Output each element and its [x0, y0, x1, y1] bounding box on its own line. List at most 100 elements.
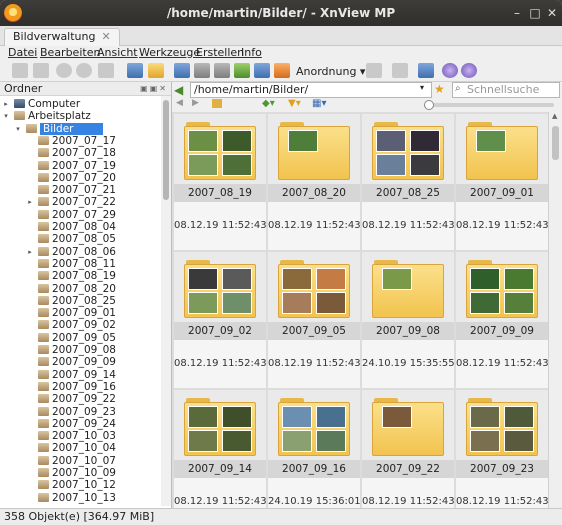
folder-icon: [184, 398, 256, 456]
sidebar-scrollbar[interactable]: [161, 96, 171, 506]
menu-erstellen[interactable]: Erstellen: [196, 46, 244, 59]
folder-date: 08.12.19 11:52:43 ...: [456, 358, 548, 369]
photo-preview: [410, 154, 440, 176]
folder-icon: [38, 283, 49, 293]
print-icon[interactable]: [194, 63, 210, 78]
folder-action-icon[interactable]: [148, 63, 164, 78]
home-folder-icon: [14, 111, 25, 121]
view-list-icon[interactable]: [12, 63, 28, 78]
collapsed-arrow-icon[interactable]: ▸: [26, 196, 34, 208]
close-window-icon[interactable]: ✕: [545, 6, 559, 20]
folder-thumbnail[interactable]: 2007_09_14 08.12.19 11:52:43 ...: [174, 390, 266, 508]
select-icon[interactable]: [366, 63, 382, 78]
scanner-icon[interactable]: [214, 63, 230, 78]
help-icon[interactable]: [461, 63, 477, 78]
tag-icon[interactable]: ◆▾: [262, 98, 275, 109]
folder-icon: [38, 320, 49, 330]
photo-preview: [410, 130, 440, 152]
scroll-up-icon[interactable]: ▲: [552, 112, 557, 120]
tree-node-label: 2007_08_25: [52, 294, 116, 307]
photo-preview: [188, 292, 218, 314]
menu-datei[interactable]: Datei: [8, 46, 37, 59]
folder-thumbnail[interactable]: 2007_09_22 08.12.19 11:52:43 ...: [362, 390, 454, 508]
binoculars-icon[interactable]: [174, 63, 190, 78]
folder-icon: [38, 431, 49, 441]
convert-icon[interactable]: [254, 63, 270, 78]
collapsed-arrow-icon[interactable]: ▸: [26, 246, 34, 258]
rotate-left-icon[interactable]: [56, 63, 72, 78]
expanded-arrow-icon[interactable]: ▾: [14, 123, 22, 135]
folder-icon: [38, 406, 49, 416]
tree-node-label: 2007_10_04: [52, 442, 116, 455]
folder-thumbnail[interactable]: 2007_09_01 08.12.19 11:52:43 ...: [456, 114, 548, 250]
folder-name: 2007_09_23: [456, 460, 548, 478]
folder-icon: [278, 122, 350, 180]
folder-thumbnail[interactable]: 2007_09_05 08.12.19 11:52:43 ...: [268, 252, 360, 388]
go-icon[interactable]: ◀: [174, 83, 183, 97]
tree-node-label: 2007_09_05: [52, 331, 116, 344]
back-icon[interactable]: ◀: [176, 98, 183, 108]
favorites-star-icon[interactable]: ★: [434, 82, 445, 96]
folder-name: 2007_09_01: [456, 184, 548, 202]
tree-node-label: Computer: [28, 98, 81, 110]
tree-node-label: 2007_09_09: [52, 356, 116, 369]
status-bar: 358 Objekt(e) [364.97 MiB]: [0, 508, 562, 525]
folder-date: 08.12.19 11:52:43 ...: [268, 220, 360, 231]
quick-search-input[interactable]: Schnellsuche: [452, 82, 560, 98]
computer-icon: [14, 99, 25, 108]
tree-node-label: 2007_10_03: [52, 430, 116, 443]
menu-bearbeiten[interactable]: Bearbeiten: [40, 46, 100, 59]
thumbnail-preview: [456, 390, 548, 460]
collapsed-arrow-icon[interactable]: ▸: [2, 98, 10, 110]
folder-thumbnail[interactable]: 2007_09_08 24.10.19 15:35:55 ...: [362, 252, 454, 388]
grid-scrollbar[interactable]: ▲: [548, 112, 562, 508]
folder-icon: [372, 122, 444, 180]
tree-node-label: 2007_10_09: [52, 467, 116, 479]
folder-icon: [38, 308, 49, 318]
path-input[interactable]: /home/martin/Bilder/: [190, 82, 432, 98]
slideshow-icon[interactable]: [234, 63, 250, 78]
tree-node-label: 2007_08_20: [52, 282, 116, 295]
photo-preview: [476, 130, 506, 152]
sidebar-scroll-thumb[interactable]: [163, 100, 169, 200]
photo-preview: [382, 406, 412, 428]
rotate-right-icon[interactable]: [76, 63, 92, 78]
menu-werkzeuge[interactable]: Werkzeuge: [139, 46, 200, 59]
fullscreen-icon[interactable]: [33, 63, 49, 78]
folder-thumbnail[interactable]: 2007_08_20 08.12.19 11:52:43 ...: [268, 114, 360, 250]
slider-knob[interactable]: [424, 100, 434, 110]
network-icon[interactable]: [418, 63, 434, 78]
filter-funnel-icon[interactable]: ▼▾: [288, 98, 301, 109]
thumbnail-preview: [456, 252, 548, 322]
minimize-icon[interactable]: –: [510, 6, 524, 20]
menu-info[interactable]: Info: [241, 46, 262, 59]
sort-dropdown[interactable]: Anordnung ▾: [296, 65, 365, 78]
folder-icon: [38, 209, 49, 219]
batch-icon[interactable]: [98, 63, 114, 78]
thumbnail-size-slider[interactable]: [424, 100, 554, 110]
folder-name: 2007_09_09: [456, 322, 548, 340]
tree-node-label: 2007_09_16: [52, 380, 116, 393]
close-tab-icon[interactable]: ✕: [101, 30, 110, 43]
folder-thumbnail[interactable]: 2007_09_23 08.12.19 11:52:43 ...: [456, 390, 548, 508]
tab-bildverwaltung[interactable]: Bildverwaltung ✕: [4, 28, 120, 46]
panel-buttons-icon[interactable]: ▣▣✕: [140, 84, 168, 93]
grid-view-icon[interactable]: ▦▾: [312, 98, 326, 109]
folder-thumbnail[interactable]: 2007_08_25 08.12.19 11:52:43 ...: [362, 114, 454, 250]
presentation-icon[interactable]: [274, 63, 290, 78]
open-icon[interactable]: [127, 63, 143, 78]
filter-icon[interactable]: [392, 63, 408, 78]
folder-thumbnail[interactable]: 2007_09_02 08.12.19 11:52:43 ...: [174, 252, 266, 388]
settings-icon[interactable]: [442, 63, 458, 78]
folder-thumbnail[interactable]: 2007_09_09 08.12.19 11:52:43 ...: [456, 252, 548, 388]
expanded-arrow-icon[interactable]: ▾: [2, 110, 10, 122]
folder-icon: [38, 197, 49, 207]
path-dropdown-icon[interactable]: ▾: [420, 83, 424, 92]
maximize-icon[interactable]: □: [528, 6, 542, 20]
new-folder-icon[interactable]: [212, 99, 222, 108]
folder-thumbnail[interactable]: 2007_09_16 24.10.19 15:36:01 ...: [268, 390, 360, 508]
menu-ansicht[interactable]: Ansicht: [97, 46, 138, 59]
forward-icon[interactable]: ▶: [192, 98, 199, 108]
grid-scroll-thumb[interactable]: [552, 126, 559, 160]
folder-thumbnail[interactable]: 2007_08_19 08.12.19 11:52:43 ...: [174, 114, 266, 250]
